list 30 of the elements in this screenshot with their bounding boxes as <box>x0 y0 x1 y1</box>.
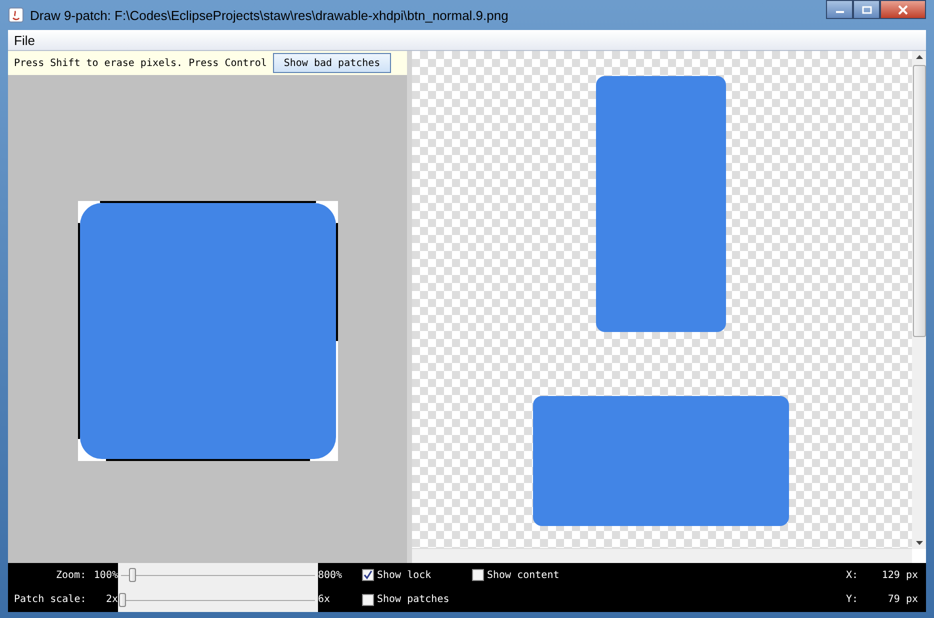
arrow-down-icon <box>916 541 922 545</box>
close-icon <box>897 4 909 14</box>
check-icon <box>363 570 373 580</box>
slider-max-label: 6x <box>318 594 332 606</box>
arrow-up-icon <box>916 55 922 59</box>
checkbox[interactable]: Show content <box>472 569 582 582</box>
coordinate-label: Y: <box>846 594 858 606</box>
menu-item[interactable]: File <box>8 32 41 48</box>
slider-label: Zoom: <box>56 570 86 581</box>
checkbox[interactable]: Show lock <box>362 569 472 582</box>
coordinate-value: 129 px <box>882 570 918 581</box>
show-bad-patches-button[interactable]: Show bad patches <box>272 53 392 73</box>
horizontal-scrollbar[interactable] <box>412 548 912 563</box>
app-icon <box>8 7 24 23</box>
slider-label: Patch scale: <box>14 594 86 606</box>
minimize-button[interactable] <box>826 0 853 19</box>
checkbox[interactable]: Show patches <box>362 594 472 606</box>
slider[interactable] <box>118 588 318 612</box>
coordinate-label: X: <box>846 570 858 581</box>
hint-text: Press Shift to erase pixels. Press Control <box>14 58 267 68</box>
slider-min-label: 100% <box>94 570 118 581</box>
vertical-scrollbar[interactable] <box>912 51 926 549</box>
slider[interactable] <box>118 563 318 588</box>
window-title: Draw 9-patch: F:\Codes\EclipseProjects\staw\res\drawable-xhdpi\btn_normal.9.png <box>30 8 508 22</box>
close-button[interactable] <box>880 0 926 19</box>
slider-max-label: 800% <box>318 570 344 581</box>
maximize-icon <box>862 6 872 14</box>
maximize-button[interactable] <box>853 0 880 19</box>
coordinate-value: 79 px <box>888 594 918 606</box>
slider-min-label: 2x <box>106 594 118 606</box>
